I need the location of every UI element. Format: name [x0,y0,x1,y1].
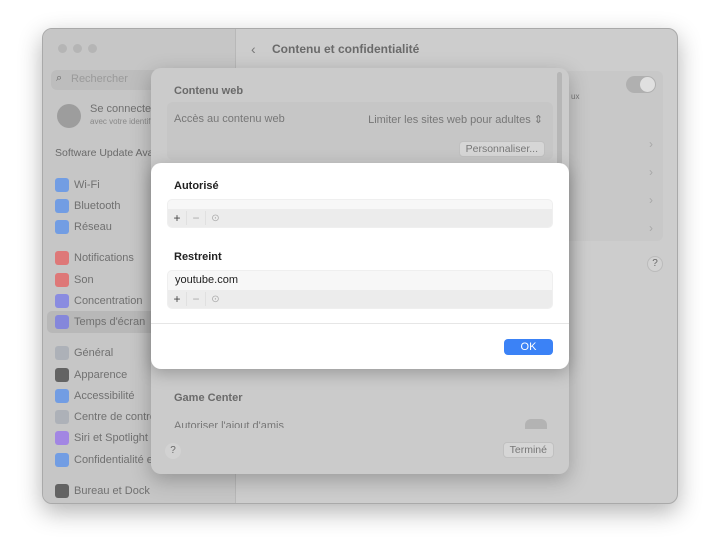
sidebar-item-label: Accessibilité [74,390,135,402]
close-window-button[interactable] [58,44,67,53]
add-friends-label: Autoriser l'ajout d'amis [174,420,284,428]
siri-icon [55,431,69,445]
partial-text: ux [571,92,580,101]
search-icon: ⌕ [56,72,63,84]
restricted-list[interactable]: youtube.com + − ⊙ [167,270,553,309]
hourglass-icon [55,315,69,329]
remove-site-button[interactable]: − [187,292,206,306]
sidebar-item-bureau-et-dock[interactable]: Bureau et Dock [55,482,235,500]
sidebar-item-label: Temps d'écran [74,316,146,328]
add-site-button[interactable]: + [168,211,187,225]
customize-button[interactable]: Personnaliser... [458,141,545,157]
zoom-window-button[interactable] [88,44,97,53]
page-title: Contenu et confidentialité [272,42,420,56]
restricted-site-row[interactable]: youtube.com [168,271,552,290]
gear-icon [55,346,69,360]
sidebar-item-label: Wi-Fi [74,179,100,191]
sidebar-item-label: Bluetooth [74,200,121,212]
web-access-select[interactable]: Limiter les sites web pour adultes ⇕ [368,113,543,126]
dock-icon [55,484,69,498]
main-list [563,129,663,241]
sign-in-title[interactable]: Se connecter [90,103,155,115]
section-web-content: Contenu web [174,85,244,97]
chevron-right-icon[interactable]: › [649,137,653,151]
sidebar-item-label: Notifications [74,252,134,264]
sheet-help-button[interactable]: ? [165,443,181,459]
search-placeholder: Rechercher [71,73,128,85]
sidebar-item-label: Général [74,347,114,359]
wifi-icon [55,178,69,192]
section-game-center: Game Center [174,392,243,404]
allowed-title: Autorisé [174,180,219,192]
more-options-icon[interactable]: ⊙ [206,294,225,305]
chevron-right-icon[interactable]: › [649,165,653,179]
sidebar-item-label: Bureau et Dock [74,485,150,497]
toggle[interactable] [626,76,656,93]
accessibility-icon [55,389,69,403]
web-access-value: Limiter les sites web pour adultes [368,114,531,126]
sidebar-item-label: Siri et Spotlight [74,432,148,444]
divider [151,323,569,324]
add-friends-toggle[interactable] [525,419,547,429]
bell-icon [55,251,69,265]
restricted-list-toolbar: + − ⊙ [168,290,552,308]
moon-icon [55,294,69,308]
avatar[interactable] [57,104,81,128]
ok-button[interactable]: OK [504,339,553,355]
chevron-right-icon[interactable]: › [649,193,653,207]
minimize-window-button[interactable] [73,44,82,53]
help-button[interactable]: ? [647,256,663,272]
add-site-button[interactable]: + [168,292,187,306]
remove-site-button[interactable]: − [187,211,206,225]
website-list-dialog: Autorisé + − ⊙ Restreint youtube.com + −… [151,163,569,369]
hand-icon [55,453,69,467]
globe-icon [55,220,69,234]
speaker-icon [55,273,69,287]
chevron-right-icon[interactable]: › [649,221,653,235]
sidebar-item-label: Réseau [74,221,112,233]
allowed-list[interactable]: + − ⊙ [167,199,553,228]
bluetooth-icon [55,199,69,213]
more-options-icon[interactable]: ⊙ [206,213,225,224]
updown-chevron-icon: ⇕ [533,114,543,126]
back-chevron-icon[interactable]: ‹ [251,41,256,57]
done-button[interactable]: Terminé [502,442,554,458]
control-center-icon [55,410,69,424]
allowed-list-toolbar: + − ⊙ [168,209,552,227]
sidebar-item-label: Concentration [74,295,143,307]
appearance-icon [55,368,69,382]
web-access-label: Accès au contenu web [174,113,285,125]
scrollbar[interactable] [557,72,562,172]
sidebar-item-label: Son [74,274,94,286]
restricted-title: Restreint [174,251,222,263]
sidebar-item-label: Apparence [74,369,128,381]
